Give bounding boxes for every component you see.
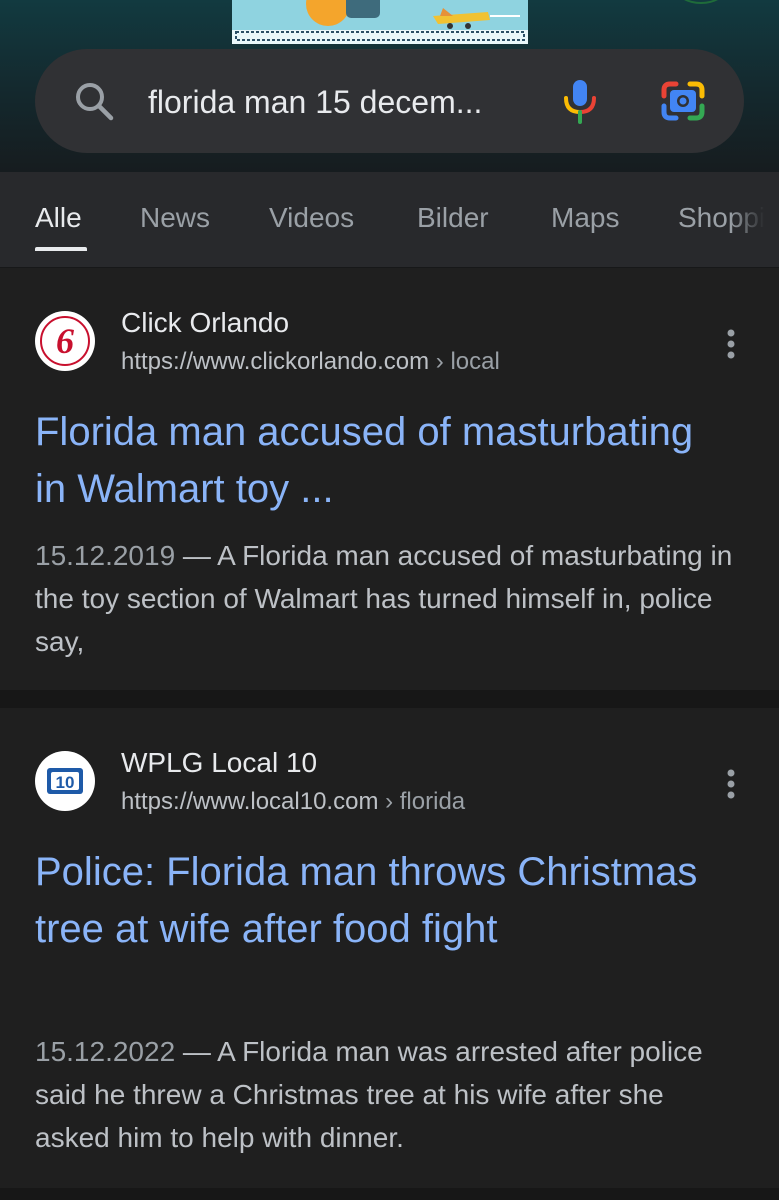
result-date: 15.12.2022 [35, 1036, 176, 1067]
search-input[interactable]: florida man 15 decem... [148, 81, 518, 123]
result-snippet: 15.12.2019 — A Florida man accused of ma… [35, 534, 735, 663]
search-result-card: 10 WPLG Local 10 https://www.local10.com… [0, 708, 779, 1188]
result-url-path: › florida [378, 788, 466, 815]
result-title-link[interactable]: Florida man accused of masturbating in W… [35, 404, 735, 518]
tab-images[interactable]: Bilder [417, 200, 489, 236]
voice-search-mic-icon[interactable] [560, 78, 600, 124]
result-url-host: https://www.clickorlando.com [121, 348, 430, 375]
result-site-name[interactable]: Click Orlando [121, 306, 289, 340]
svg-text:10: 10 [56, 773, 75, 792]
search-tabs: Alle News Videos Bilder Maps Shoppi [0, 172, 779, 267]
google-lens-camera-icon[interactable] [660, 80, 706, 122]
result-divider [0, 1188, 779, 1200]
tab-videos[interactable]: Videos [269, 200, 354, 236]
result-title-link[interactable]: Police: Florida man throws Christmas tre… [35, 844, 735, 958]
result-date: 15.12.2019 [35, 540, 176, 571]
tab-news[interactable]: News [140, 200, 210, 236]
result-divider [0, 690, 779, 708]
tab-all[interactable]: Alle [35, 200, 82, 236]
account-avatar[interactable] [676, 0, 726, 4]
result-url[interactable]: https://www.clickorlando.com › local [121, 347, 500, 377]
tab-maps[interactable]: Maps [551, 200, 619, 236]
result-snippet: 15.12.2022 — A Florida man was arrested … [35, 1030, 735, 1159]
active-tab-indicator [35, 247, 87, 251]
local-10-logo-graphic: 10 [36, 752, 94, 810]
google-doodle-image[interactable] [228, 0, 532, 46]
tabs-scroll-fade [730, 172, 779, 267]
svg-text:6: 6 [56, 321, 74, 361]
channel-6-logo-icon[interactable]: 6 [35, 311, 95, 371]
result-site-name[interactable]: WPLG Local 10 [121, 746, 317, 780]
result-url-host: https://www.local10.com [121, 788, 379, 815]
local-10-logo-icon[interactable]: 10 [35, 751, 95, 811]
result-url[interactable]: https://www.local10.com › florida [121, 787, 465, 817]
result-url-path: › local [429, 348, 500, 375]
more-options-icon[interactable] [720, 767, 742, 801]
search-icon[interactable] [73, 80, 115, 122]
channel-6-logo-graphic: 6 [36, 312, 94, 370]
search-result-card: 6 Click Orlando https://www.clickorlando… [0, 268, 779, 690]
more-options-icon[interactable] [720, 327, 742, 361]
